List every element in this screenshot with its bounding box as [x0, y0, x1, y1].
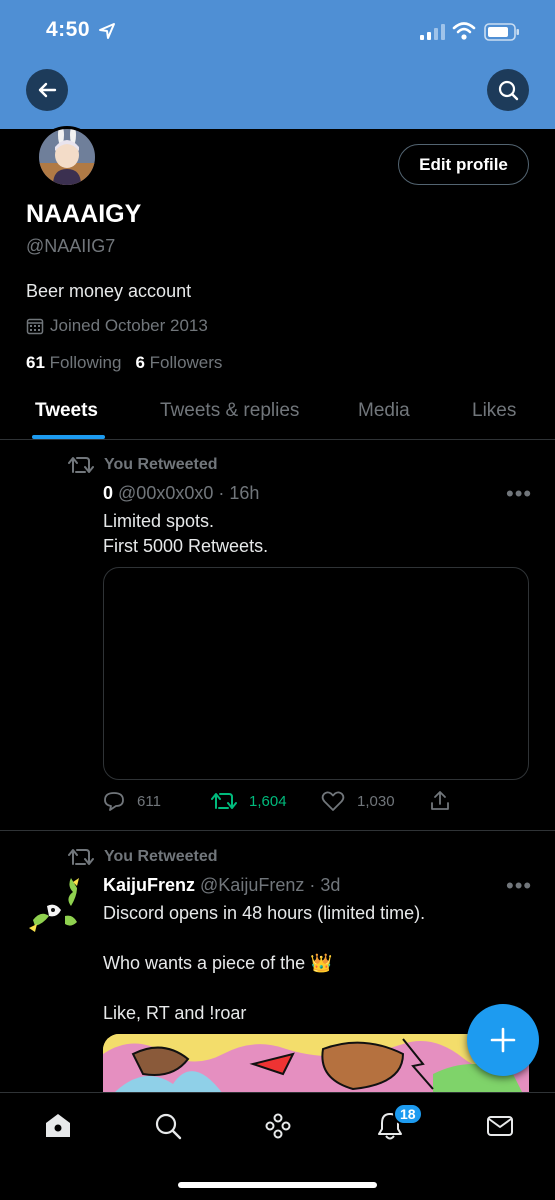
more-options-button[interactable]: •••: [506, 873, 532, 899]
following-link[interactable]: 61 Following: [26, 353, 121, 372]
retweet-label: You Retweeted: [104, 848, 218, 865]
tweet-text: Discord opens in 48 hours (limited time)…: [103, 903, 426, 1023]
tweet-divider: [0, 830, 555, 831]
avatar[interactable]: [36, 126, 98, 188]
notifications-badge: 18: [393, 1103, 423, 1125]
location-arrow-icon: [99, 23, 115, 39]
retweet-button[interactable]: 1,604: [211, 790, 287, 812]
retweet-icon: [211, 793, 237, 809]
tweet-author-meta: @KaijuFrenz · 3d: [200, 875, 341, 895]
retweet-context: You Retweeted: [68, 847, 218, 867]
cellular-signal-icon: [420, 24, 445, 40]
tab-likes[interactable]: Likes: [472, 400, 516, 422]
following-count: 61: [26, 353, 45, 372]
tweet-header: 0 @00x0x0x0 · 16h: [103, 483, 259, 504]
reply-button[interactable]: 611: [103, 790, 161, 812]
more-options-button[interactable]: •••: [506, 481, 532, 507]
reply-icon: [104, 792, 124, 811]
retweet-label: You Retweeted: [104, 456, 218, 473]
tab-tweets[interactable]: Tweets: [35, 400, 98, 422]
display-name: NAAAIGY: [26, 200, 142, 228]
heart-icon: [321, 791, 345, 811]
search-icon[interactable]: [153, 1111, 183, 1141]
followers-link[interactable]: 6 Followers: [135, 353, 222, 372]
tweet-media-image: [103, 1034, 529, 1094]
tweet-header: KaijuFrenz @KaijuFrenz · 3d: [103, 875, 340, 896]
search-button[interactable]: [487, 69, 529, 111]
edit-profile-button[interactable]: Edit profile: [398, 144, 529, 185]
joined-text: Joined October 2013: [50, 316, 208, 335]
tweet-author-name[interactable]: 0: [103, 483, 113, 503]
back-button[interactable]: [26, 69, 68, 111]
tab-media[interactable]: Media: [358, 400, 410, 422]
tweet-actions: 611 1,604 1,030: [103, 790, 529, 816]
tweet-text: Limited spots. First 5000 Retweets.: [103, 511, 269, 556]
messages-mail-icon[interactable]: [485, 1111, 515, 1141]
status-time: 4:50: [46, 18, 91, 41]
followers-label: Followers: [149, 353, 223, 372]
reply-count: 611: [137, 792, 161, 810]
retweet-context: You Retweeted: [68, 455, 218, 475]
arrow-left-icon: [38, 82, 57, 98]
share-icon: [431, 791, 449, 810]
tweet-author-meta: @00x0x0x0 · 16h: [118, 483, 260, 503]
battery-icon: [484, 23, 519, 41]
bio: Beer money account: [26, 281, 192, 301]
plus-icon: [490, 1027, 516, 1053]
wifi-icon: [452, 22, 476, 40]
handle: @NAAIIG7: [26, 236, 116, 256]
followers-count: 6: [135, 353, 145, 372]
spaces-icon[interactable]: [263, 1111, 293, 1141]
follow-stats: 61 Following 6 Followers: [26, 353, 222, 373]
tweet-author-name[interactable]: KaijuFrenz: [103, 875, 195, 895]
avatar-image: [39, 129, 95, 185]
search-icon: [498, 80, 519, 101]
retweet-icon: [68, 849, 94, 865]
joined-date: Joined October 2013: [26, 316, 208, 336]
compose-tweet-button[interactable]: [467, 1004, 539, 1076]
tweet-media[interactable]: [103, 567, 529, 780]
home-icon[interactable]: [43, 1111, 73, 1141]
tweet-media[interactable]: [103, 1034, 529, 1094]
author-avatar[interactable]: [27, 876, 91, 940]
following-label: Following: [49, 353, 122, 372]
retweet-count: 1,604: [249, 792, 287, 810]
profile-tabs: Tweets Tweets & replies Media Likes: [0, 394, 555, 440]
home-indicator: [178, 1182, 377, 1188]
calendar-icon: [26, 318, 44, 335]
share-button[interactable]: [429, 790, 451, 812]
active-tab-indicator: [32, 435, 105, 439]
status-bar: 4:50: [0, 0, 555, 62]
tab-tweets-replies[interactable]: Tweets & replies: [160, 400, 299, 422]
like-count: 1,030: [357, 792, 395, 810]
retweet-icon: [68, 457, 94, 473]
like-button[interactable]: 1,030: [321, 790, 395, 812]
